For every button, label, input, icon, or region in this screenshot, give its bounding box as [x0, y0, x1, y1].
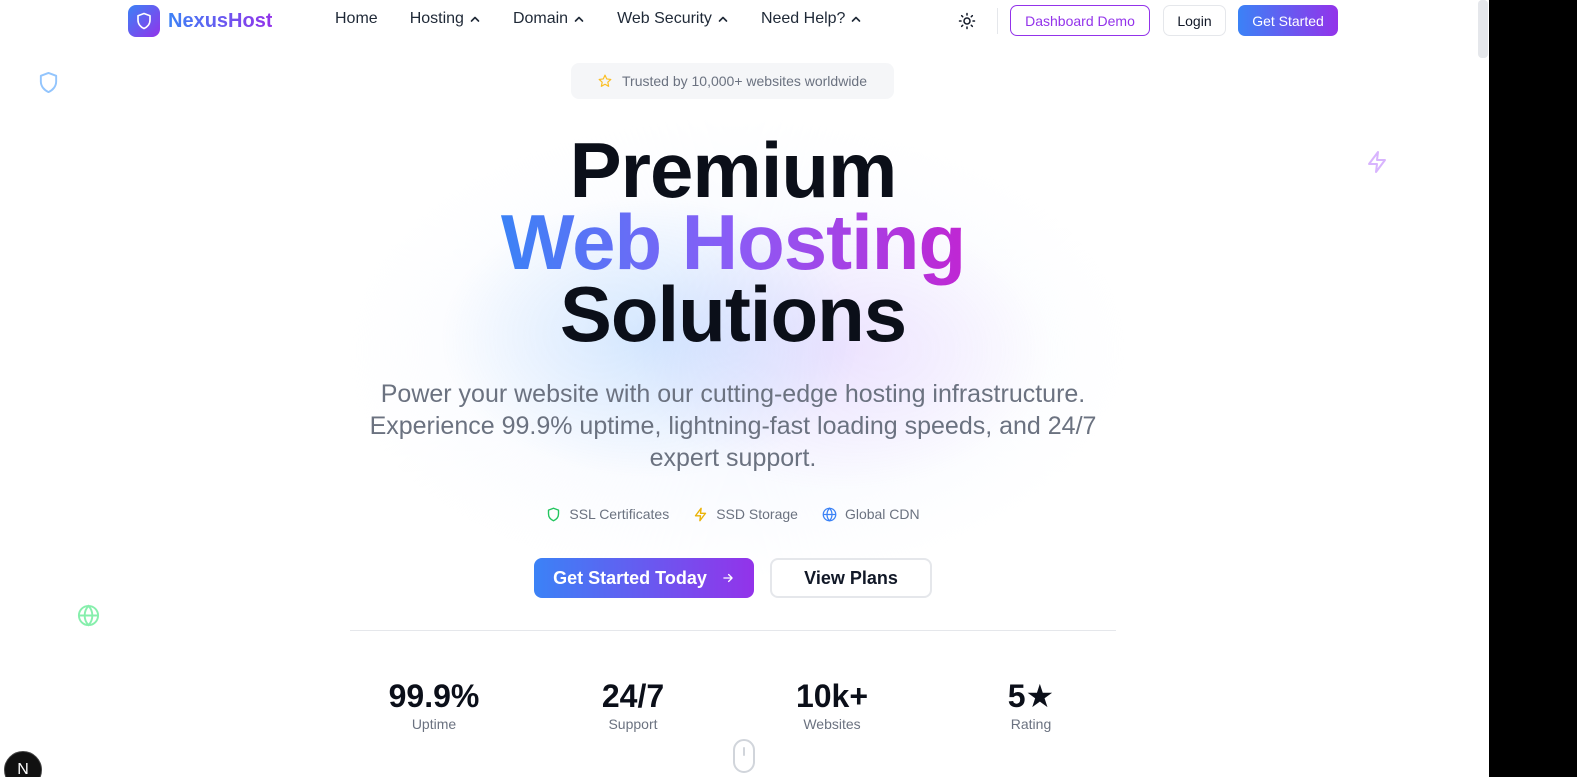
- stat-label: Websites: [803, 716, 861, 732]
- nav-item-label: Hosting: [409, 10, 464, 27]
- nav-item-label: Web Security: [617, 10, 712, 27]
- nav-item-web-security[interactable]: Web Security: [617, 10, 729, 28]
- nav-item-label: Need Help?: [760, 10, 846, 27]
- feature-cdn: Global CDN: [822, 506, 920, 522]
- top-navbar: NexusHost Home Hosting Domain Web Securi…: [0, 0, 1489, 42]
- nav-divider: [997, 8, 998, 34]
- sun-icon[interactable]: [958, 12, 976, 30]
- get-started-button[interactable]: Get Started: [1238, 5, 1338, 36]
- stat-support: 24/7 Support: [553, 678, 713, 734]
- main-menu: Home Hosting Domain Web Security Need He…: [335, 10, 894, 28]
- get-started-today-button[interactable]: Get Started Today: [534, 558, 754, 598]
- nav-item-label: Domain: [512, 10, 569, 27]
- lightning-icon: [695, 507, 707, 521]
- star-icon: [598, 74, 612, 87]
- dev-tools-badge[interactable]: N: [4, 751, 42, 777]
- cta-primary-label: Get Started Today: [553, 567, 707, 588]
- shield-icon: [39, 71, 58, 94]
- hero-title-line-3: Solutions: [559, 270, 907, 358]
- login-button[interactable]: Login: [1163, 5, 1226, 36]
- feature-ssd: SSD Storage: [693, 506, 798, 522]
- nav-item-domain[interactable]: Domain: [513, 10, 585, 28]
- nav-item-hosting[interactable]: Hosting: [410, 10, 481, 28]
- chevron-up-icon: [470, 16, 480, 22]
- nav-item-home[interactable]: Home: [335, 10, 378, 28]
- shield-logo-icon: [128, 5, 160, 37]
- page-viewport: NexusHost Home Hosting Domain Web Securi…: [0, 0, 1489, 777]
- stat-websites: 10k+ Websites: [752, 678, 912, 734]
- stat-value: 5★: [1007, 678, 1055, 714]
- window-edge: [1489, 0, 1577, 777]
- scroll-indicator-icon: [733, 739, 755, 773]
- dashboard-demo-button[interactable]: Dashboard Demo: [1010, 5, 1150, 36]
- scroll-indicator-dot: [743, 747, 745, 756]
- stat-value: 10k+: [795, 678, 869, 714]
- nav-item-label: Home: [335, 10, 378, 27]
- arrow-right-icon: [723, 573, 733, 583]
- chevron-up-icon: [718, 16, 728, 22]
- globe-icon: [77, 604, 100, 627]
- globe-icon: [822, 506, 837, 522]
- stat-value: 24/7: [601, 678, 665, 714]
- stat-label: Uptime: [411, 716, 457, 732]
- hero-subtitle: Power your website with our cutting-edge…: [369, 380, 1097, 472]
- stat-uptime: 99.9% Uptime: [354, 678, 514, 734]
- brand-logo[interactable]: NexusHost: [128, 5, 272, 37]
- feature-ssl: SSL Certificates: [546, 506, 669, 522]
- nav-item-need-help[interactable]: Need Help?: [761, 10, 863, 28]
- trust-badge-text: Trusted by 10,000+ websites worldwide: [622, 73, 867, 89]
- feature-label: SSD Storage: [716, 506, 798, 522]
- view-plans-button[interactable]: View Plans: [770, 558, 932, 598]
- shield-icon: [548, 507, 560, 521]
- stats-divider: [350, 630, 1116, 631]
- brand-name: NexusHost: [168, 9, 273, 32]
- stat-label: Support: [608, 716, 658, 732]
- chevron-up-icon: [574, 16, 584, 22]
- stat-rating: 5★ Rating: [951, 678, 1111, 734]
- feature-list: SSL Certificates SSD Storage Global CDN: [0, 506, 1466, 522]
- page-scrollbar-thumb[interactable]: [1478, 0, 1488, 58]
- trust-badge: Trusted by 10,000+ websites worldwide: [571, 63, 894, 99]
- chevron-up-icon: [852, 16, 861, 22]
- stat-value: 99.9%: [388, 678, 480, 714]
- stat-label: Rating: [1010, 716, 1052, 732]
- feature-label: Global CDN: [844, 506, 920, 522]
- feature-label: SSL Certificates: [569, 506, 670, 522]
